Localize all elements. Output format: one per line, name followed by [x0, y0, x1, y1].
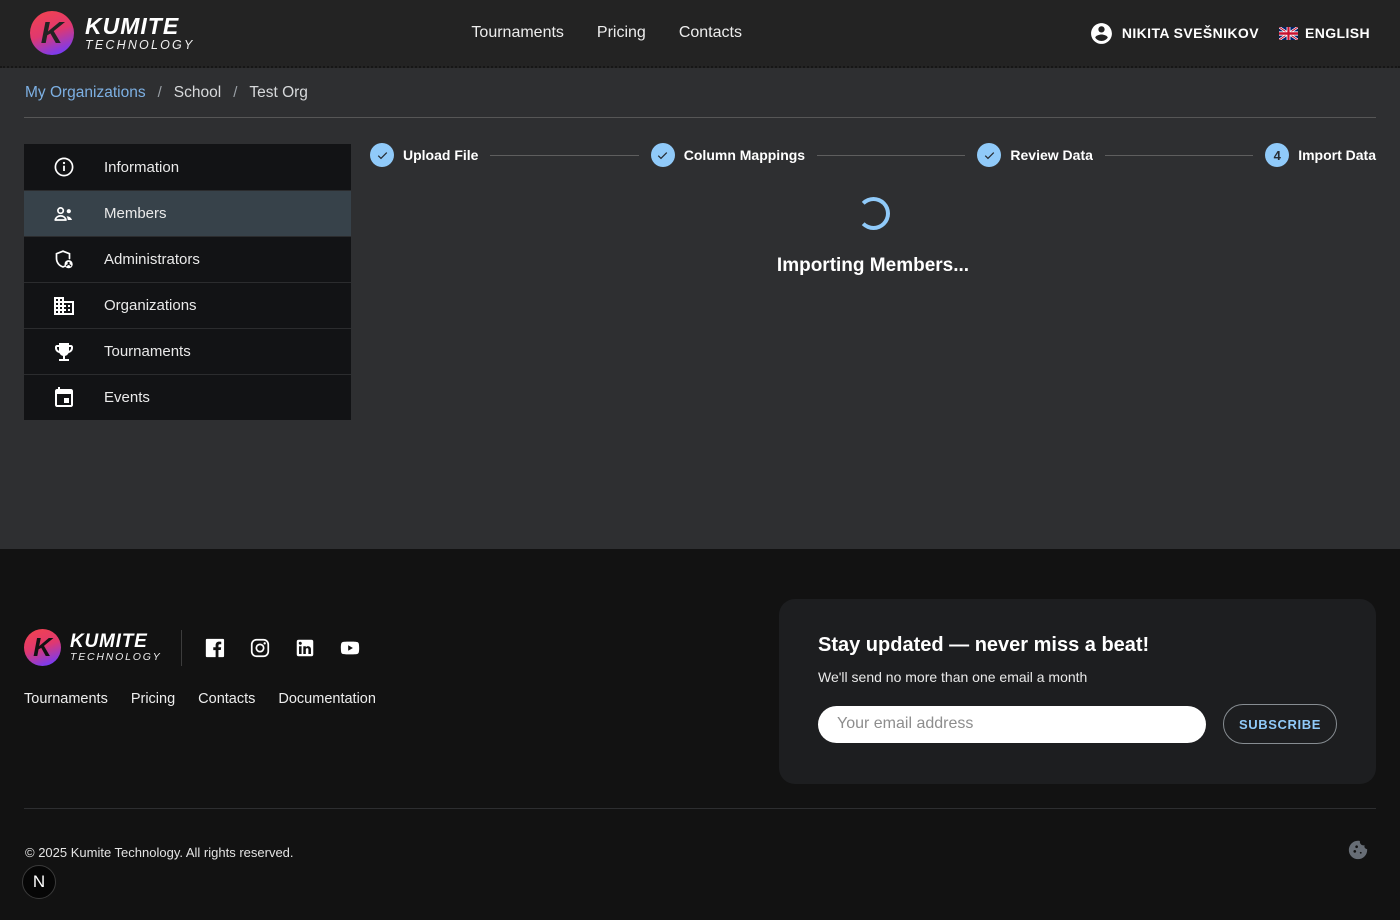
breadcrumb-test-org: Test Org — [249, 84, 308, 102]
sidebar-item-administrators[interactable]: Administrators — [24, 236, 351, 282]
footer-link-pricing[interactable]: Pricing — [131, 691, 175, 707]
step-label: Review Data — [1010, 147, 1092, 163]
sidebar-item-label: Organizations — [104, 297, 197, 314]
sidebar-item-label: Members — [104, 205, 167, 222]
footer-divider — [24, 808, 1376, 809]
newsletter-email-input[interactable] — [818, 706, 1206, 743]
footer-link-tournaments[interactable]: Tournaments — [24, 691, 108, 707]
step-connector — [490, 155, 638, 156]
cookie-settings-icon[interactable] — [1347, 839, 1369, 861]
footer-left: K KUMITE TECHNOLOGY — [24, 629, 376, 707]
step-label: Import Data — [1298, 147, 1376, 163]
footer-nav-links: Tournaments Pricing Contacts Documentati… — [24, 691, 376, 707]
main-content: Information Members Administrators Organ… — [0, 118, 1400, 548]
newsletter-title: Stay updated — never miss a beat! — [818, 634, 1337, 657]
nav-link-pricing[interactable]: Pricing — [597, 24, 646, 42]
footer-kumite-logo-icon[interactable]: K — [24, 629, 61, 666]
step-label: Column Mappings — [684, 147, 805, 163]
nav-link-contacts[interactable]: Contacts — [679, 24, 742, 42]
calendar-icon — [52, 386, 76, 410]
instagram-icon[interactable] — [249, 637, 271, 659]
breadcrumb-separator: / — [233, 84, 237, 101]
account-circle-icon[interactable] — [1089, 21, 1114, 46]
step-number-badge: 4 — [1265, 143, 1289, 167]
top-navbar: K KUMITE TECHNOLOGY Tournaments Pricing … — [0, 0, 1400, 68]
org-sidebar: Information Members Administrators Organ… — [24, 144, 351, 548]
step-connector — [1105, 155, 1253, 156]
nextjs-dev-badge[interactable]: N — [22, 865, 56, 899]
brand-subtitle: TECHNOLOGY — [85, 38, 195, 52]
footer-brand-name: KUMITE — [70, 632, 162, 652]
breadcrumb-school: School — [174, 84, 221, 102]
footer-logo-letter: K — [33, 634, 52, 660]
user-area: NIKITA SVEŠNIKOV ENGLISH — [1089, 21, 1370, 46]
step-completed-check-icon — [370, 143, 394, 167]
step-label: Upload File — [403, 147, 478, 163]
footer-link-contacts[interactable]: Contacts — [198, 691, 255, 707]
linkedin-icon[interactable] — [294, 637, 316, 659]
brand-name: KUMITE — [85, 14, 195, 38]
user-name[interactable]: NIKITA SVEŠNIKOV — [1122, 25, 1259, 41]
sidebar-item-events[interactable]: Events — [24, 374, 351, 420]
footer-brand-text: KUMITE TECHNOLOGY — [70, 632, 162, 664]
loading-spinner-icon — [857, 197, 890, 230]
step-column-mappings: Column Mappings — [651, 143, 805, 167]
brand-text: KUMITE TECHNOLOGY — [85, 14, 195, 52]
step-upload-file: Upload File — [370, 143, 478, 167]
step-review-data: Review Data — [977, 143, 1092, 167]
footer-vertical-divider — [181, 630, 182, 666]
admin-shield-icon — [52, 248, 76, 272]
import-wizard: Upload File Column Mappings Review Data … — [370, 118, 1376, 548]
breadcrumb-separator: / — [158, 84, 162, 101]
breadcrumb-my-organizations[interactable]: My Organizations — [25, 84, 146, 102]
step-completed-check-icon — [651, 143, 675, 167]
sidebar-item-label: Events — [104, 389, 150, 406]
newsletter-card: Stay updated — never miss a beat! We'll … — [779, 599, 1376, 784]
n-badge-letter: N — [33, 872, 45, 892]
subscribe-button[interactable]: SUBSCRIBE — [1223, 704, 1337, 744]
sidebar-item-tournaments[interactable]: Tournaments — [24, 328, 351, 374]
youtube-icon[interactable] — [339, 637, 361, 659]
trophy-icon — [52, 340, 76, 364]
nav-link-tournaments[interactable]: Tournaments — [471, 24, 564, 42]
breadcrumb: My Organizations / School / Test Org — [0, 68, 1400, 117]
kumite-logo-icon: K — [30, 11, 74, 55]
step-completed-check-icon — [977, 143, 1001, 167]
step-import-data: 4 Import Data — [1265, 143, 1376, 167]
uk-flag-icon — [1279, 27, 1298, 40]
import-stepper: Upload File Column Mappings Review Data … — [370, 143, 1376, 167]
sidebar-item-label: Information — [104, 159, 179, 176]
page-footer: K KUMITE TECHNOLOGY — [0, 549, 1400, 920]
organization-icon — [52, 294, 76, 318]
sidebar-item-organizations[interactable]: Organizations — [24, 282, 351, 328]
facebook-icon[interactable] — [204, 637, 226, 659]
copyright-text: © 2025 Kumite Technology. All rights res… — [25, 845, 294, 860]
footer-brand-subtitle: TECHNOLOGY — [70, 651, 162, 663]
footer-social-links — [204, 637, 361, 659]
sidebar-item-members[interactable]: Members — [24, 190, 351, 236]
sidebar-item-information[interactable]: Information — [24, 144, 351, 190]
loading-status-text: Importing Members... — [777, 255, 969, 277]
info-icon — [52, 155, 76, 179]
import-loading: Importing Members... — [370, 197, 1376, 277]
logo-letter: K — [41, 17, 63, 48]
footer-link-documentation[interactable]: Documentation — [278, 691, 376, 707]
newsletter-subtitle: We'll send no more than one email a mont… — [818, 669, 1337, 685]
main-nav: Tournaments Pricing Contacts — [471, 24, 742, 42]
brand-home-link[interactable]: K KUMITE TECHNOLOGY — [30, 11, 195, 55]
step-connector — [817, 155, 965, 156]
language-selector[interactable]: ENGLISH — [1305, 25, 1370, 41]
sidebar-item-label: Tournaments — [104, 343, 191, 360]
sidebar-item-label: Administrators — [104, 251, 200, 268]
members-icon — [52, 202, 76, 226]
